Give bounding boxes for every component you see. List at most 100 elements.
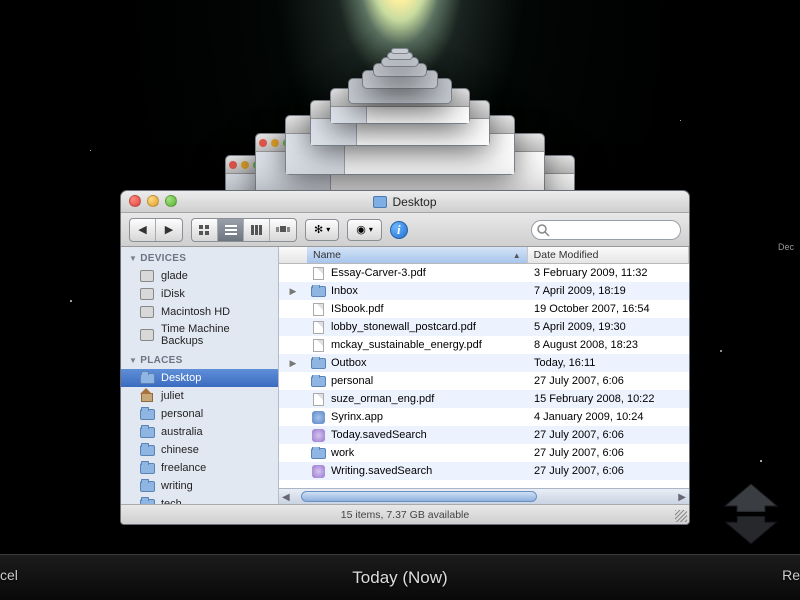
folder-icon bbox=[139, 461, 155, 475]
sidebar-item-label: juliet bbox=[161, 390, 184, 402]
zoom-button[interactable] bbox=[165, 195, 177, 207]
file-name: Outbox bbox=[331, 357, 366, 369]
resize-handle[interactable] bbox=[675, 510, 687, 522]
sidebar-item[interactable]: australia bbox=[121, 423, 278, 441]
star bbox=[70, 300, 72, 302]
scroll-right-arrow-icon[interactable]: ▶ bbox=[678, 492, 686, 503]
eye-icon: ◉ bbox=[356, 223, 366, 236]
file-date: Today, 16:11 bbox=[528, 357, 689, 369]
file-row[interactable]: ▶Inbox7 April 2009, 18:19 bbox=[279, 282, 689, 300]
disclosure-triangle-icon: ▼ bbox=[129, 356, 137, 365]
cancel-button[interactable]: cel bbox=[0, 567, 18, 583]
file-row[interactable]: Today.savedSearch27 July 2007, 6:06 bbox=[279, 426, 689, 444]
icon-view-button[interactable] bbox=[192, 219, 218, 241]
sidebar-item[interactable]: Time Machine Backups bbox=[121, 321, 278, 349]
file-date: 27 July 2007, 6:06 bbox=[528, 429, 689, 441]
horizontal-scrollbar[interactable]: ◀ ▶ bbox=[279, 488, 689, 504]
sidebar-item-label: tech bbox=[161, 498, 182, 504]
disclosure-triangle-icon[interactable]: ▶ bbox=[279, 286, 307, 297]
expand-column-header bbox=[279, 247, 307, 263]
gear-icon: ✻ bbox=[314, 223, 323, 236]
sidebar-section-header[interactable]: ▼PLACES bbox=[121, 349, 278, 369]
sidebar-item-label: chinese bbox=[161, 444, 199, 456]
file-row[interactable]: personal 27 July 2007, 6:06 bbox=[279, 372, 689, 390]
file-date: 27 July 2007, 6:06 bbox=[528, 375, 689, 387]
file-row[interactable]: ▶ Outbox Today, 16:11 bbox=[279, 354, 689, 372]
sidebar-item-label: Macintosh HD bbox=[161, 306, 230, 318]
finder-window: Desktop ◀ ▶ ✻▾ ◉▾ i bbox=[120, 190, 690, 525]
scroll-left-arrow-icon[interactable]: ◀ bbox=[282, 492, 290, 503]
quicklook-button[interactable]: ◉▾ bbox=[347, 219, 382, 241]
file-date: 5 April 2009, 19:30 bbox=[528, 321, 689, 333]
file-name: personal bbox=[331, 375, 373, 387]
file-row[interactable]: ISbook.pdf19 October 2007, 16:54 bbox=[279, 300, 689, 318]
home-icon bbox=[139, 389, 155, 403]
star bbox=[760, 460, 762, 462]
disclosure-triangle-icon[interactable]: ▶ bbox=[279, 358, 307, 369]
search-field[interactable] bbox=[531, 220, 681, 240]
sidebar-item[interactable]: tech bbox=[121, 495, 278, 504]
hd-icon bbox=[139, 328, 155, 342]
folder-icon bbox=[311, 375, 326, 388]
minimize-button[interactable] bbox=[147, 195, 159, 207]
name-column-header[interactable]: Name ▲ bbox=[307, 247, 528, 263]
date-column-header[interactable]: Date Modified bbox=[528, 247, 689, 263]
action-menu-button[interactable]: ✻▾ bbox=[305, 219, 339, 241]
search-icon bbox=[311, 465, 326, 478]
file-row[interactable]: Syrinx.app4 January 2009, 10:24 bbox=[279, 408, 689, 426]
file-list: Essay-Carver-3.pdf3 February 2009, 11:32… bbox=[279, 264, 689, 488]
sidebar-item[interactable]: writing bbox=[121, 477, 278, 495]
sidebar-section-header[interactable]: ▼DEVICES bbox=[121, 247, 278, 267]
column-view-button[interactable] bbox=[244, 219, 270, 241]
disclosure-triangle-icon: ▼ bbox=[129, 254, 137, 263]
sidebar-item[interactable]: personal bbox=[121, 405, 278, 423]
go-forward-in-time-button[interactable] bbox=[716, 514, 786, 546]
desktop-icon bbox=[139, 371, 155, 385]
search-icon bbox=[537, 224, 550, 237]
app-icon bbox=[311, 411, 326, 424]
file-row[interactable]: work27 July 2007, 6:06 bbox=[279, 444, 689, 462]
sidebar-item-label: writing bbox=[161, 480, 193, 492]
sidebar-item[interactable]: juliet bbox=[121, 387, 278, 405]
back-button[interactable]: ◀ bbox=[130, 219, 156, 241]
star bbox=[680, 120, 681, 121]
titlebar[interactable]: Desktop bbox=[121, 191, 689, 213]
file-name: work bbox=[331, 447, 354, 459]
file-row[interactable]: lobby_stonewall_postcard.pdf5 April 2009… bbox=[279, 318, 689, 336]
pdf-icon bbox=[311, 339, 326, 352]
folder-icon bbox=[311, 285, 326, 298]
snapshot-label: Today (Now) bbox=[352, 568, 447, 588]
sidebar-item[interactable]: freelance bbox=[121, 459, 278, 477]
window-title-text: Desktop bbox=[392, 195, 436, 209]
idisk-icon bbox=[139, 287, 155, 301]
view-switcher bbox=[191, 218, 297, 242]
sidebar-item[interactable]: chinese bbox=[121, 441, 278, 459]
file-row[interactable]: mckay_sustainable_energy.pdf8 August 200… bbox=[279, 336, 689, 354]
restore-button[interactable]: Re bbox=[782, 567, 800, 583]
file-name: Syrinx.app bbox=[331, 411, 383, 423]
sidebar-item-label: freelance bbox=[161, 462, 206, 474]
info-button[interactable]: i bbox=[390, 221, 408, 239]
forward-button[interactable]: ▶ bbox=[156, 219, 182, 241]
scrollbar-thumb[interactable] bbox=[301, 491, 538, 502]
sidebar-item[interactable]: glade bbox=[121, 267, 278, 285]
list-view-button[interactable] bbox=[218, 219, 244, 241]
file-name: Writing.savedSearch bbox=[331, 465, 432, 477]
sidebar-item-label: australia bbox=[161, 426, 203, 438]
coverflow-view-button[interactable] bbox=[270, 219, 296, 241]
file-name: Essay-Carver-3.pdf bbox=[331, 267, 426, 279]
sidebar-item[interactable]: Macintosh HD bbox=[121, 303, 278, 321]
close-button[interactable] bbox=[129, 195, 141, 207]
file-row[interactable]: Essay-Carver-3.pdf3 February 2009, 11:32 bbox=[279, 264, 689, 282]
sidebar-item-label: glade bbox=[161, 270, 188, 282]
go-back-in-time-button[interactable] bbox=[716, 482, 786, 514]
pdf-icon bbox=[311, 267, 326, 280]
file-row[interactable]: suze_orman_eng.pdf15 February 2008, 10:2… bbox=[279, 390, 689, 408]
file-date: 7 April 2009, 18:19 bbox=[528, 285, 689, 297]
file-row[interactable]: Writing.savedSearch27 July 2007, 6:06 bbox=[279, 462, 689, 480]
folder-icon bbox=[139, 425, 155, 439]
pdf-icon bbox=[311, 303, 326, 316]
snapshot-window[interactable] bbox=[391, 48, 409, 54]
sidebar-item[interactable]: Desktop bbox=[121, 369, 278, 387]
sidebar-item[interactable]: iDisk bbox=[121, 285, 278, 303]
